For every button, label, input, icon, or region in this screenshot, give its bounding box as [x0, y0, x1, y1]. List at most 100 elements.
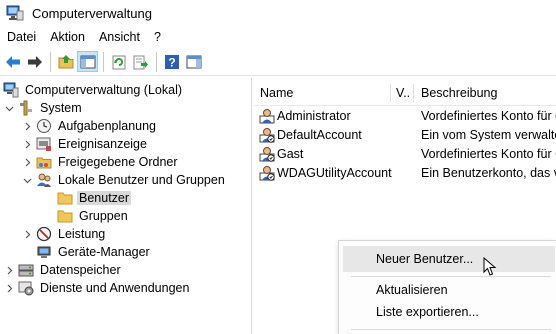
console-tree: Computerverwaltung (Lokal) System Aufgab… [0, 78, 252, 334]
tree-item-label: Leistung [58, 227, 106, 241]
title-bar: Computerverwaltung [0, 0, 556, 26]
column-header-full-name[interactable]: V.. [391, 80, 413, 106]
computer-management-icon [6, 5, 24, 21]
user-account-icon [259, 108, 275, 124]
user-name: WDAGUtilityAccount [277, 165, 392, 180]
event-viewer-icon [36, 136, 52, 152]
tree-item-benutzer[interactable]: Benutzer [54, 189, 132, 207]
user-account-disabled-icon [259, 146, 275, 162]
chevron-right-icon[interactable] [3, 279, 15, 297]
tree-item-label: Lokale Benutzer und Gruppen [58, 173, 225, 187]
menu-separator [351, 329, 551, 330]
clock-icon [36, 118, 52, 134]
export-list-button[interactable] [130, 51, 151, 72]
tree-item-label: Benutzer [77, 191, 132, 205]
tree-item-label: Geräte-Manager [58, 245, 150, 259]
mouse-pointer-icon [483, 256, 497, 277]
user-name: Gast [277, 146, 304, 161]
menu-item-neuer-benutzer[interactable]: Neuer Benutzer... [343, 246, 555, 272]
chevron-down-icon[interactable] [3, 99, 15, 117]
tree-item-label: Aufgabenplanung [58, 119, 157, 133]
menu-datei[interactable]: Datei [0, 26, 43, 48]
toolbar-separator [50, 51, 51, 72]
users-groups-icon [36, 172, 52, 188]
table-row[interactable]: WDAGUtilityAccount Ein Benutzerkonto, da… [254, 163, 556, 182]
user-name: DefaultAccount [277, 127, 362, 142]
shared-folder-icon [36, 154, 52, 170]
menu-aktion[interactable]: Aktion [43, 26, 92, 48]
menu-ansicht[interactable]: Ansicht [92, 26, 147, 48]
user-account-disabled-icon [259, 165, 275, 181]
tree-item-lokale-benutzer-und-gruppen[interactable]: Lokale Benutzer und Gruppen [21, 171, 227, 189]
chevron-right-icon[interactable] [21, 225, 33, 243]
context-menu: Neuer Benutzer... Aktualisieren Liste ex… [338, 240, 556, 334]
toolbar-separator [156, 51, 157, 72]
tree-item-system[interactable]: System [3, 99, 84, 117]
refresh-button[interactable] [108, 51, 129, 72]
performance-icon [36, 226, 52, 242]
help-icon: ? [164, 54, 179, 69]
device-manager-icon [36, 244, 52, 260]
user-account-disabled-icon [259, 127, 275, 143]
toolbar-separator [103, 51, 104, 72]
chevron-down-icon[interactable] [21, 171, 33, 189]
table-row[interactable]: DefaultAccount Ein vom System verwaltet [254, 125, 556, 144]
user-description: Ein vom System verwaltet [421, 127, 556, 142]
storage-icon [18, 262, 34, 278]
folder-icon [57, 208, 73, 224]
action-pane-button[interactable] [183, 51, 204, 72]
show-hide-console-tree-button[interactable] [77, 51, 98, 72]
table-row[interactable]: Administrator Vordefiniertes Konto für d [254, 106, 556, 125]
user-description: Ein Benutzerkonto, das vo [421, 165, 556, 180]
user-name: Administrator [277, 108, 351, 123]
column-header-beschreibung[interactable]: Beschreibung [415, 80, 556, 106]
tree-item-label: System [40, 101, 82, 115]
tree-item-label: Gruppen [79, 209, 128, 223]
tree-item-label: Dienste und Anwendungen [40, 281, 190, 295]
forward-arrow-icon [27, 55, 42, 68]
tree-item-label: Freigegebene Ordner [58, 155, 178, 169]
tree-item-gruppen[interactable]: Gruppen [54, 207, 130, 225]
folder-icon [57, 190, 73, 206]
menu-help[interactable]: ? [147, 26, 168, 48]
up-one-level-button[interactable] [55, 51, 76, 72]
tree-item-ereignisanzeige[interactable]: Ereignisanzeige [21, 135, 149, 153]
toolbar: ? [0, 48, 556, 76]
table-row[interactable]: Gast Vordefiniertes Konto für G [254, 144, 556, 163]
computer-management-icon [3, 82, 19, 98]
tree-item-leistung[interactable]: Leistung [21, 225, 107, 243]
user-description: Vordefiniertes Konto für d [421, 108, 556, 123]
tree-item-aufgabenplanung[interactable]: Aufgabenplanung [21, 117, 158, 135]
tree-item-freigegebene-ordner[interactable]: Freigegebene Ordner [21, 153, 180, 171]
export-list-icon [133, 55, 148, 69]
tree-item-label: Datenspeicher [40, 263, 121, 277]
up-folder-icon [58, 54, 73, 68]
menu-item-liste-exportieren[interactable]: Liste exportieren... [343, 299, 555, 325]
tree-item-geraete-manager[interactable]: Geräte-Manager [33, 243, 152, 261]
refresh-icon [112, 55, 125, 69]
chevron-right-icon[interactable] [3, 261, 15, 279]
window-title: Computerverwaltung [32, 5, 152, 21]
column-divider[interactable] [413, 84, 414, 102]
chevron-right-icon[interactable] [21, 135, 33, 153]
back-button[interactable] [2, 51, 23, 72]
user-description: Vordefiniertes Konto für G [421, 146, 556, 161]
properties-pane-icon [186, 55, 201, 68]
services-icon [18, 280, 34, 296]
tree-item-datenspeicher[interactable]: Datenspeicher [3, 261, 123, 279]
tree-item-label: Computerverwaltung (Lokal) [25, 83, 183, 97]
tree-item-label: Ereignisanzeige [58, 137, 147, 151]
list-header: Name V.. Beschreibung [254, 80, 556, 106]
menu-bar: Datei Aktion Ansicht ? [0, 26, 556, 48]
column-header-name[interactable]: Name [254, 80, 390, 106]
tree-item-dienste-und-anwendungen[interactable]: Dienste und Anwendungen [3, 279, 191, 297]
forward-button[interactable] [24, 51, 45, 72]
tools-icon [18, 100, 34, 116]
svg-text:?: ? [168, 55, 175, 69]
help-button[interactable]: ? [161, 51, 182, 72]
tree-item-computerverwaltung[interactable]: Computerverwaltung (Lokal) [3, 81, 184, 99]
show-hide-tree-icon [80, 55, 95, 68]
back-arrow-icon [5, 55, 20, 68]
chevron-right-icon[interactable] [21, 117, 33, 135]
chevron-right-icon[interactable] [21, 153, 33, 171]
